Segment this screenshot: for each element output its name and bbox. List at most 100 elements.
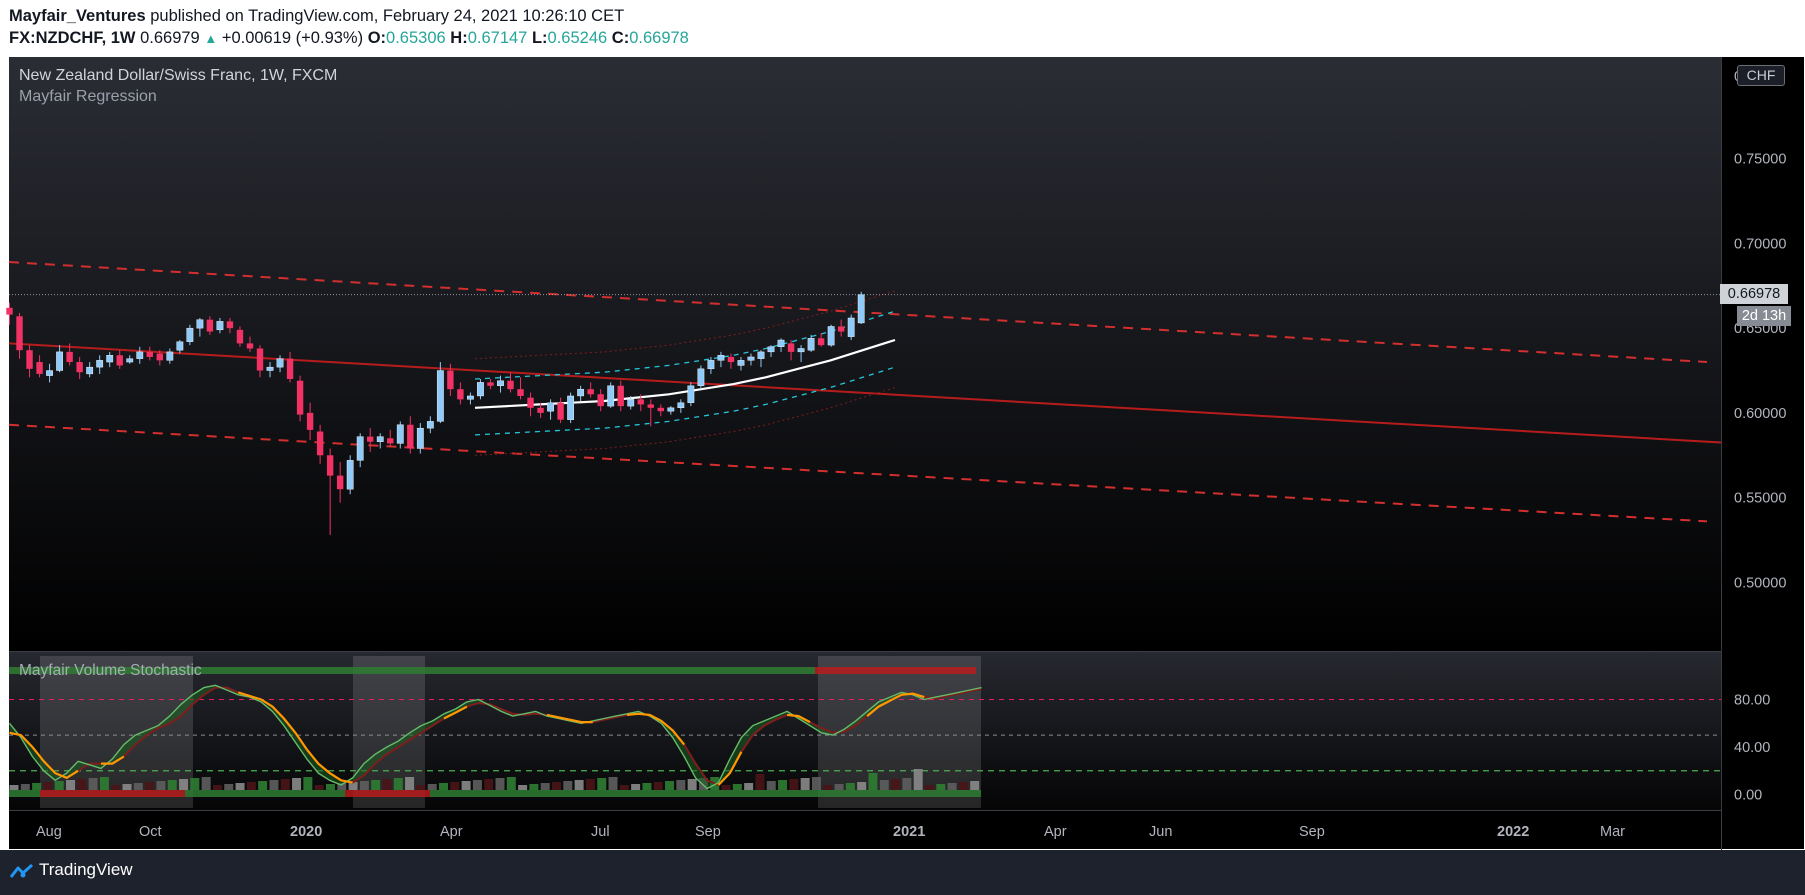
candle-body [416,427,424,449]
time-axis-tick: Jul [591,824,610,840]
indicator-title[interactable]: Mayfair Regression [19,88,157,106]
volume-bar [258,781,268,790]
candle-body [286,358,294,379]
volume-bar [43,782,53,790]
candle-body [336,475,344,490]
candle-body [16,316,23,351]
candle-body [46,370,53,376]
candle-body [757,351,765,359]
candle [687,382,695,407]
volume-bar [77,779,87,790]
candle-body [356,436,364,461]
volume-bar [438,783,448,790]
candle-body [537,407,544,413]
price-pane[interactable] [9,57,1721,651]
candle [857,291,865,324]
candle-body [817,338,825,346]
candle-body [266,366,274,371]
bar-countdown-tag: 2d 13h [1737,306,1791,326]
candle-body [577,388,585,397]
candle-body [156,353,163,361]
volume-axis-tick: 80.00 [1734,693,1770,709]
volume-bar [845,783,855,790]
volume-bar [800,778,810,790]
trend-bar-bottom [9,790,40,797]
candle-body [477,382,484,397]
volume-bar [676,780,686,790]
candle-body [457,389,464,400]
candle [847,314,855,341]
volume-bar [970,781,980,790]
volume-bar [597,778,607,790]
candle-body [76,362,83,373]
volume-stochastic-title[interactable]: Mayfair Volume Stochastic [19,662,202,680]
candle-body [426,421,434,429]
tradingview-brand[interactable]: TradingView [39,860,133,880]
candle-body [597,394,604,407]
candle-body [637,399,644,405]
volume-bar [936,784,946,790]
chart-canvas[interactable]: 0.500000.550000.600000.650000.700000.750… [0,0,1805,850]
candle [296,375,304,422]
volume-bar [687,779,697,790]
candle-body [587,389,594,395]
volume-bar [823,785,833,790]
volume-bar [224,784,234,790]
candle-body [547,402,554,412]
volume-bar [789,779,799,790]
candle-body [567,395,575,420]
candle-body [6,307,13,315]
volume-bar [32,783,42,790]
candle-body [517,389,524,396]
volume-bar [631,784,641,790]
volume-bar [732,784,742,790]
candle-body [246,343,254,349]
candle-body [657,407,664,412]
candle-body [367,436,374,442]
candle-body [717,355,725,361]
volume-bar [393,778,403,790]
volume-bar [111,785,121,790]
volume-bar [879,780,889,790]
candle-body [86,366,94,375]
candle-body [447,370,454,390]
candle-body [296,380,304,415]
candle-body [116,355,123,366]
trend-bar-bottom [185,790,345,797]
volume-bar [133,783,143,790]
volume-bar [190,778,200,790]
time-axis-tick: Jun [1149,824,1172,840]
volume-bar [179,779,189,790]
trend-bar-bear [815,667,976,674]
candle-body [146,351,153,357]
volume-bar [563,781,573,790]
volume-bar [405,777,415,790]
volume-bar [416,785,426,790]
candle-body [677,402,685,409]
candle-body [787,343,795,352]
price-axis-tick: 0.75000 [1734,152,1786,168]
volume-bar [529,784,539,790]
candle-body [26,350,33,369]
volume-bar [495,778,505,790]
currency-button[interactable]: CHF [1737,65,1785,86]
volume-bar [382,779,392,790]
tradingview-logo-icon[interactable] [10,863,34,879]
candle-body [216,321,224,331]
candle-body [387,438,394,444]
candle-body [727,356,735,363]
volume-bar [156,781,166,790]
time-axis-tick: Oct [139,824,162,840]
time-axis-tick: 2021 [893,824,925,840]
candle-body [66,351,73,363]
candle-body [497,380,504,386]
candle-body [607,385,615,407]
volume-bar [66,780,76,790]
volume-bar [145,782,155,790]
volume-bar [235,783,245,790]
time-axis-tick: 2022 [1497,824,1529,840]
volume-bar [585,779,595,790]
volume-bar [913,769,923,790]
volume-bar [924,785,934,790]
volume-bar [574,780,584,790]
